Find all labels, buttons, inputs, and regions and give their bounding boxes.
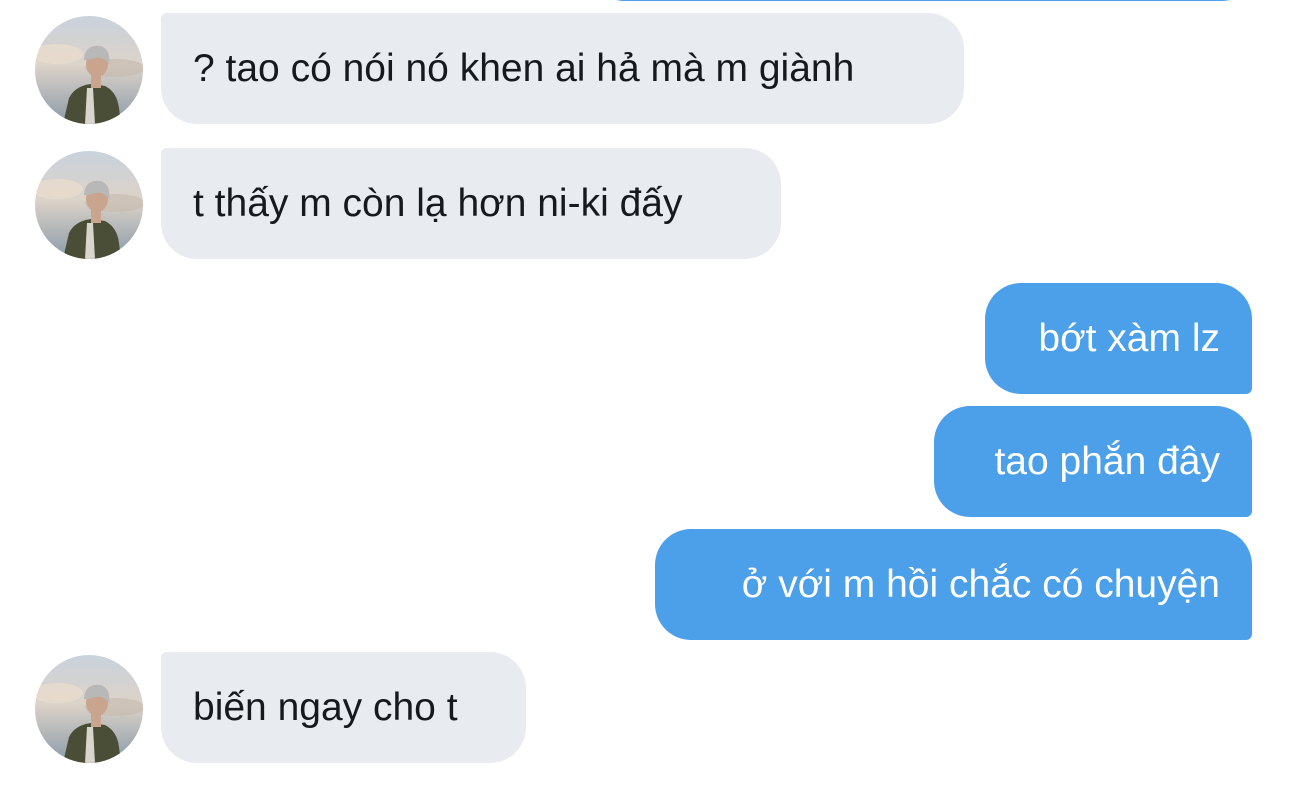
message-text: t thấy m còn lạ hơn ni-ki đấy: [193, 182, 683, 225]
incoming-message-bubble[interactable]: biến ngay cho t: [161, 652, 526, 763]
contact-avatar-icon[interactable]: [35, 655, 143, 763]
outgoing-message-bubble[interactable]: tao phắn đây: [934, 406, 1252, 517]
incoming-message-bubble[interactable]: ? tao có nói nó khen ai hả mà m giành: [161, 13, 964, 124]
message-text: tao phắn đây: [994, 440, 1220, 483]
message-text: biến ngay cho t: [193, 686, 458, 729]
previous-outgoing-bubble-edge: [594, 0, 1252, 1]
contact-avatar-icon[interactable]: [35, 16, 143, 124]
message-text: ? tao có nói nó khen ai hả mà m giành: [193, 47, 855, 90]
outgoing-message-bubble[interactable]: bớt xàm lz: [985, 283, 1252, 394]
outgoing-message-bubble[interactable]: ở với m hồi chắc có chuyện: [655, 529, 1252, 640]
contact-avatar-icon[interactable]: [35, 151, 143, 259]
incoming-message-bubble[interactable]: t thấy m còn lạ hơn ni-ki đấy: [161, 148, 781, 259]
message-text: ở với m hồi chắc có chuyện: [741, 563, 1220, 606]
message-text: bớt xàm lz: [1038, 317, 1220, 360]
